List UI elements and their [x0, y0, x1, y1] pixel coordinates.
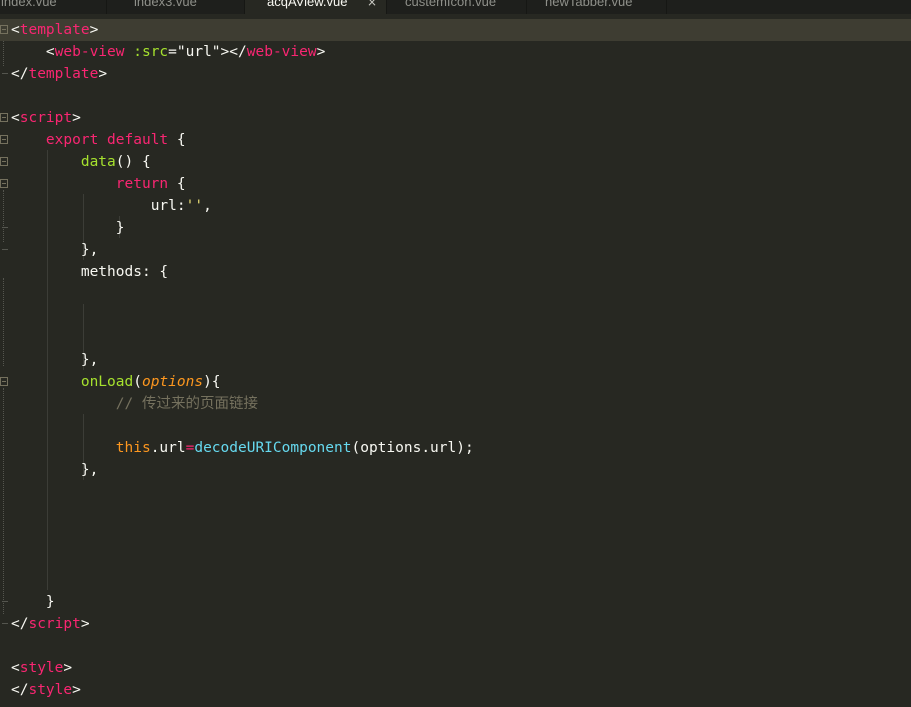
tab-custemicon[interactable]: custemIcon.vue: [387, 0, 527, 14]
fold-icon[interactable]: [0, 179, 8, 188]
code-text: return {: [115, 176, 186, 192]
code-line-current[interactable]: <template>: [0, 19, 911, 41]
fold-icon[interactable]: [0, 25, 8, 34]
code-text: export default {: [45, 132, 186, 148]
code-line[interactable]: </style>: [0, 679, 911, 701]
tab-index[interactable]: index.vue: [0, 0, 107, 14]
tab-label: newTabber.vue: [545, 0, 633, 9]
code-text: <style>: [11, 660, 73, 676]
code-text: <template>: [11, 22, 99, 38]
tab-index3[interactable]: index3.vue: [107, 0, 245, 14]
code-text: // 传过来的页面链接: [115, 396, 258, 412]
code-text: }: [115, 220, 125, 236]
code-text: data() {: [80, 154, 151, 170]
code-line[interactable]: </template>: [0, 63, 911, 85]
code-text: methods: {: [80, 264, 169, 280]
code-text: },: [80, 242, 99, 258]
tab-label: acqAView.vue: [267, 0, 348, 9]
fold-end-marker: [2, 249, 8, 250]
code-line[interactable]: methods: {: [0, 261, 911, 283]
tab-label: index3.vue: [134, 0, 197, 9]
close-icon[interactable]: ×: [367, 0, 377, 9]
fold-icon[interactable]: [0, 113, 8, 122]
code-text: </style>: [11, 682, 81, 698]
code-line[interactable]: return {: [0, 173, 911, 195]
fold-icon[interactable]: [0, 377, 8, 386]
code-line[interactable]: }: [0, 217, 911, 239]
code-text: <script>: [11, 110, 81, 126]
code-line[interactable]: url:'',: [0, 195, 911, 217]
code-text: },: [80, 352, 99, 368]
code-line[interactable]: </script>: [0, 613, 911, 635]
code-text: this.url=decodeURIComponent(options.url)…: [115, 440, 474, 456]
fold-end-marker: [2, 601, 8, 602]
code-line[interactable]: this.url=decodeURIComponent(options.url)…: [0, 437, 911, 459]
code-line[interactable]: <script>: [0, 107, 911, 129]
code-text: </template>: [11, 66, 108, 82]
editor-window: index.vue index3.vue acqAView.vue × cust…: [0, 0, 911, 707]
code-line[interactable]: export default {: [0, 129, 911, 151]
fold-end-marker: [2, 73, 8, 74]
tab-newtabber[interactable]: newTabber.vue: [527, 0, 667, 14]
code-text: },: [80, 462, 99, 478]
code-text: onLoad(options){: [80, 374, 221, 390]
code-line[interactable]: data() {: [0, 151, 911, 173]
code-text: }: [45, 594, 55, 610]
code-editor[interactable]: <template> <web-view :src="url"></web-vi…: [0, 18, 911, 707]
fold-end-marker: [2, 227, 8, 228]
code-text: <web-view :src="url"></web-view>: [45, 44, 326, 60]
code-line[interactable]: },: [0, 459, 911, 481]
code-text: url:'',: [150, 198, 212, 214]
code-line[interactable]: onLoad(options){: [0, 371, 911, 393]
code-line[interactable]: // 传过来的页面链接: [0, 393, 911, 415]
tab-label: index.vue: [1, 0, 57, 9]
code-line[interactable]: <web-view :src="url"></web-view>: [0, 41, 911, 63]
fold-end-marker: [2, 623, 8, 624]
tab-label: custemIcon.vue: [405, 0, 497, 9]
tab-bar: index.vue index3.vue acqAView.vue × cust…: [0, 0, 911, 14]
tab-acqaview[interactable]: acqAView.vue ×: [245, 0, 387, 14]
code-line[interactable]: <style>: [0, 657, 911, 679]
code-text: </script>: [11, 616, 90, 632]
code-line[interactable]: }: [0, 591, 911, 613]
code-line[interactable]: },: [0, 349, 911, 371]
fold-icon[interactable]: [0, 135, 8, 144]
fold-region-line: [3, 388, 5, 614]
fold-icon[interactable]: [0, 157, 8, 166]
code-line[interactable]: },: [0, 239, 911, 261]
